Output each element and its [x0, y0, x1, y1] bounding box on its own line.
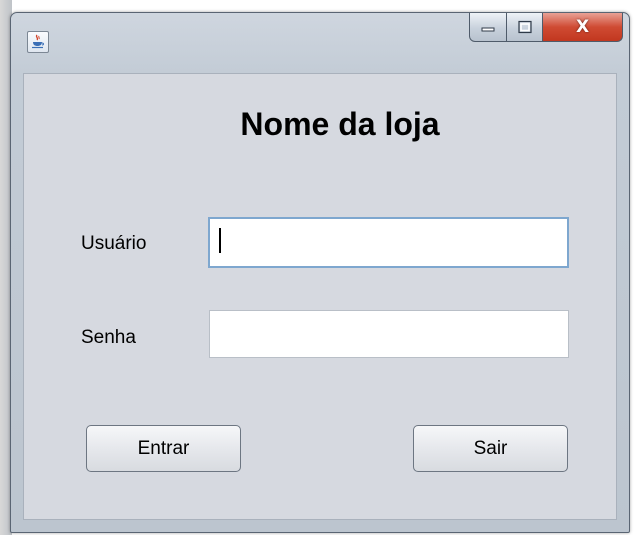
username-label: Usuário [81, 233, 147, 254]
minimize-button[interactable] [469, 13, 507, 42]
minimize-icon [481, 27, 495, 32]
close-icon: X [575, 17, 590, 37]
username-field[interactable] [208, 217, 569, 268]
enter-button[interactable]: Entrar [86, 425, 241, 472]
title-bar[interactable]: X [11, 13, 629, 73]
password-label: Senha [81, 327, 136, 348]
login-window: X Nome da loja Usuário Senha Entrar Sair [10, 12, 630, 533]
java-coffee-icon[interactable] [27, 31, 49, 53]
store-name-title: Nome da loja [240, 106, 440, 142]
window-controls: X [469, 13, 623, 42]
login-panel: Nome da loja Usuário Senha Entrar Sair [23, 73, 617, 520]
text-caret [219, 228, 221, 253]
password-field[interactable] [209, 310, 569, 358]
maximize-button[interactable] [507, 13, 543, 42]
exit-button[interactable]: Sair [413, 425, 568, 472]
close-button[interactable]: X [543, 13, 623, 42]
maximize-icon [517, 20, 532, 34]
